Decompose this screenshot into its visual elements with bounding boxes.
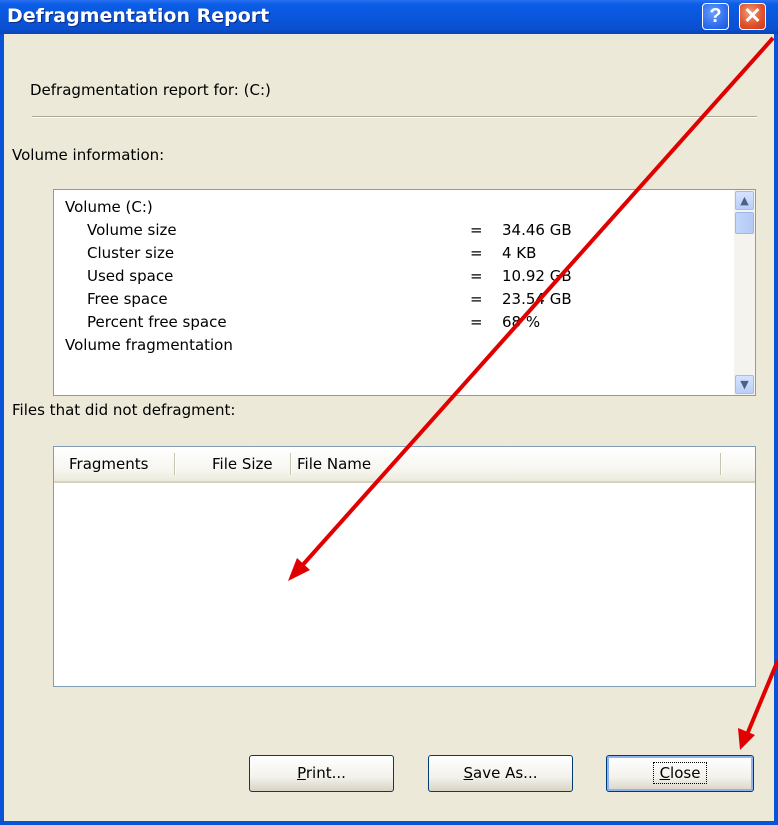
defrag-report-window: Defragmentation Report ? ✕ Defragmentati…: [0, 0, 778, 825]
files-list[interactable]: Fragments File Size File Name: [53, 446, 756, 687]
help-button[interactable]: ?: [702, 3, 729, 30]
volume-info-row: Free space = 23.54 GB: [54, 290, 724, 314]
list-header: Fragments File Size File Name: [54, 447, 755, 483]
scroll-up-button[interactable]: ▲: [735, 191, 754, 210]
column-divider[interactable]: [174, 453, 176, 475]
volume-info-row: Cluster size = 4 KB: [54, 244, 724, 268]
volume-info-name: Cluster size: [87, 244, 175, 262]
volume-info-label: Volume information:: [12, 146, 165, 164]
help-icon: ?: [709, 5, 722, 27]
print-button-label: Print...: [297, 764, 346, 782]
column-divider[interactable]: [290, 453, 292, 475]
volume-info-name: Volume (C:): [65, 198, 153, 216]
column-header-file-name[interactable]: File Name: [297, 455, 371, 473]
scroll-down-button[interactable]: ▼: [735, 375, 754, 394]
volume-info-equals: =: [470, 267, 483, 285]
vertical-scrollbar[interactable]: ▲ ▼: [734, 190, 755, 395]
volume-info-value: 10.92 GB: [502, 267, 572, 285]
report-heading: Defragmentation report for: (C:): [30, 81, 271, 99]
chevron-up-icon: ▲: [740, 194, 749, 207]
chevron-down-icon: ▼: [740, 378, 749, 391]
volume-info-equals: =: [470, 221, 483, 239]
dialog-body: Defragmentation report for: (C:) Volume …: [4, 34, 774, 821]
volume-info-name: Used space: [87, 267, 174, 285]
volume-info-name: Volume size: [87, 221, 177, 239]
close-window-button[interactable]: ✕: [739, 3, 766, 30]
close-button[interactable]: Close: [606, 755, 754, 792]
close-button-label: Close: [652, 762, 708, 784]
volume-info-value: 68 %: [502, 313, 541, 331]
volume-info-value: 23.54 GB: [502, 290, 572, 308]
volume-info-row: Percent free space = 68 %: [54, 313, 724, 337]
column-header-file-size[interactable]: File Size: [212, 455, 273, 473]
separator: [32, 116, 757, 118]
close-icon: ✕: [743, 3, 762, 28]
volume-info-name: Volume fragmentation: [65, 336, 233, 354]
volume-info-equals: =: [470, 244, 483, 262]
print-button[interactable]: Print...: [249, 755, 394, 792]
save-as-button[interactable]: Save As...: [428, 755, 573, 792]
volume-info-equals: =: [470, 290, 483, 308]
volume-info-row: Volume (C:): [54, 198, 724, 222]
volume-info-row: Volume size = 34.46 GB: [54, 221, 724, 245]
window-title: Defragmentation Report: [7, 5, 270, 27]
files-label: Files that did not defragment:: [12, 401, 236, 419]
column-divider[interactable]: [720, 453, 722, 475]
scroll-thumb[interactable]: [735, 212, 754, 234]
volume-info-name: Percent free space: [87, 313, 227, 331]
volume-info-row: Used space = 10.92 GB: [54, 267, 724, 291]
volume-info-row: Volume fragmentation: [54, 336, 724, 360]
volume-info-value: 34.46 GB: [502, 221, 572, 239]
save-as-button-label: Save As...: [463, 764, 538, 782]
column-header-fragments[interactable]: Fragments: [69, 455, 148, 473]
volume-info-box[interactable]: Volume (C:) Volume size = 34.46 GB Clust…: [53, 189, 756, 396]
volume-info-name: Free space: [87, 290, 168, 308]
title-bar[interactable]: Defragmentation Report ? ✕: [0, 0, 778, 34]
volume-info-value: 4 KB: [502, 244, 537, 262]
volume-info-equals: =: [470, 313, 483, 331]
